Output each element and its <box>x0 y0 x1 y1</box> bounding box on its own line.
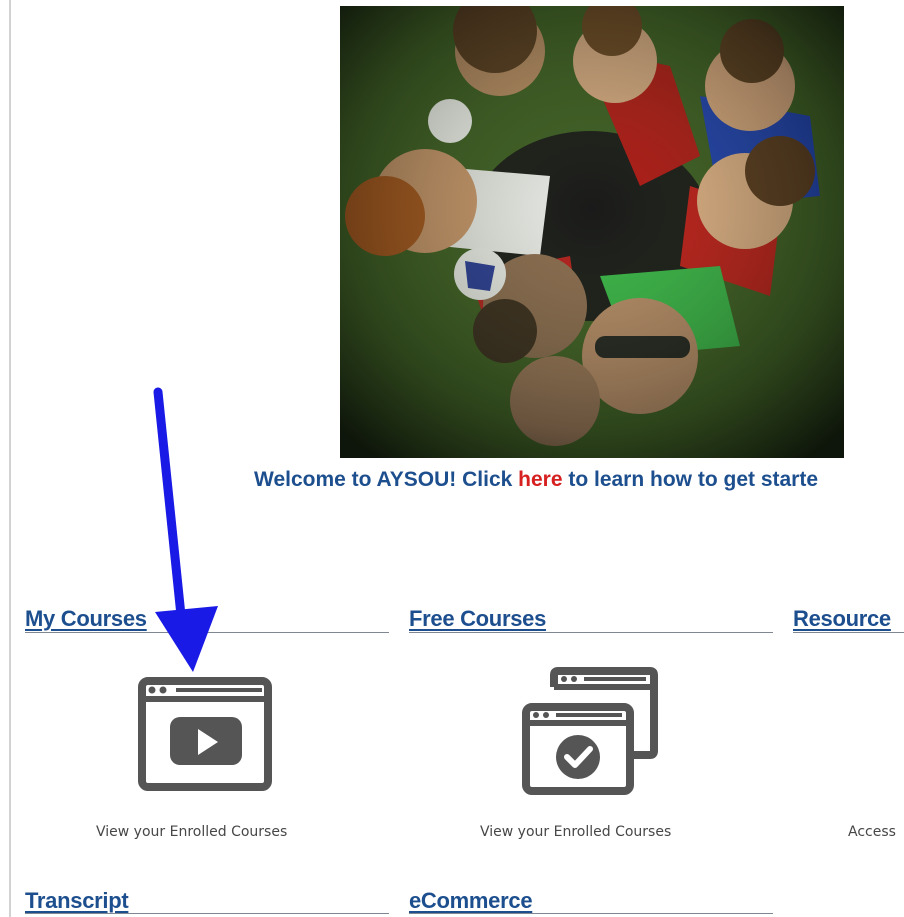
resources-divider <box>793 632 904 633</box>
video-play-window-icon[interactable] <box>138 677 272 791</box>
my-courses-caption: View your Enrolled Courses <box>96 824 288 840</box>
hero-photo-illustration <box>340 6 844 458</box>
welcome-banner: Welcome to AYSOU! Click here to learn ho… <box>254 468 904 492</box>
stacked-windows-check-icon[interactable] <box>520 667 660 797</box>
my-courses-heading[interactable]: My Courses <box>25 606 147 632</box>
transcript-divider <box>25 913 389 914</box>
left-border <box>9 0 11 917</box>
free-courses-divider <box>409 632 773 633</box>
free-courses-heading[interactable]: Free Courses <box>409 606 546 632</box>
my-courses-divider <box>25 632 389 633</box>
welcome-text-before: Welcome to AYSOU! Click <box>254 468 519 491</box>
welcome-text-after: to learn how to get starte <box>562 468 819 491</box>
resources-caption: Access <box>848 824 896 840</box>
ecommerce-heading[interactable]: eCommerce <box>409 888 533 914</box>
resources-heading[interactable]: Resource <box>793 606 891 632</box>
free-courses-caption: View your Enrolled Courses <box>480 824 672 840</box>
ecommerce-divider <box>409 913 773 914</box>
hero-photo <box>340 6 844 458</box>
get-started-link[interactable]: here <box>518 468 562 491</box>
transcript-heading[interactable]: Transcript <box>25 888 129 914</box>
